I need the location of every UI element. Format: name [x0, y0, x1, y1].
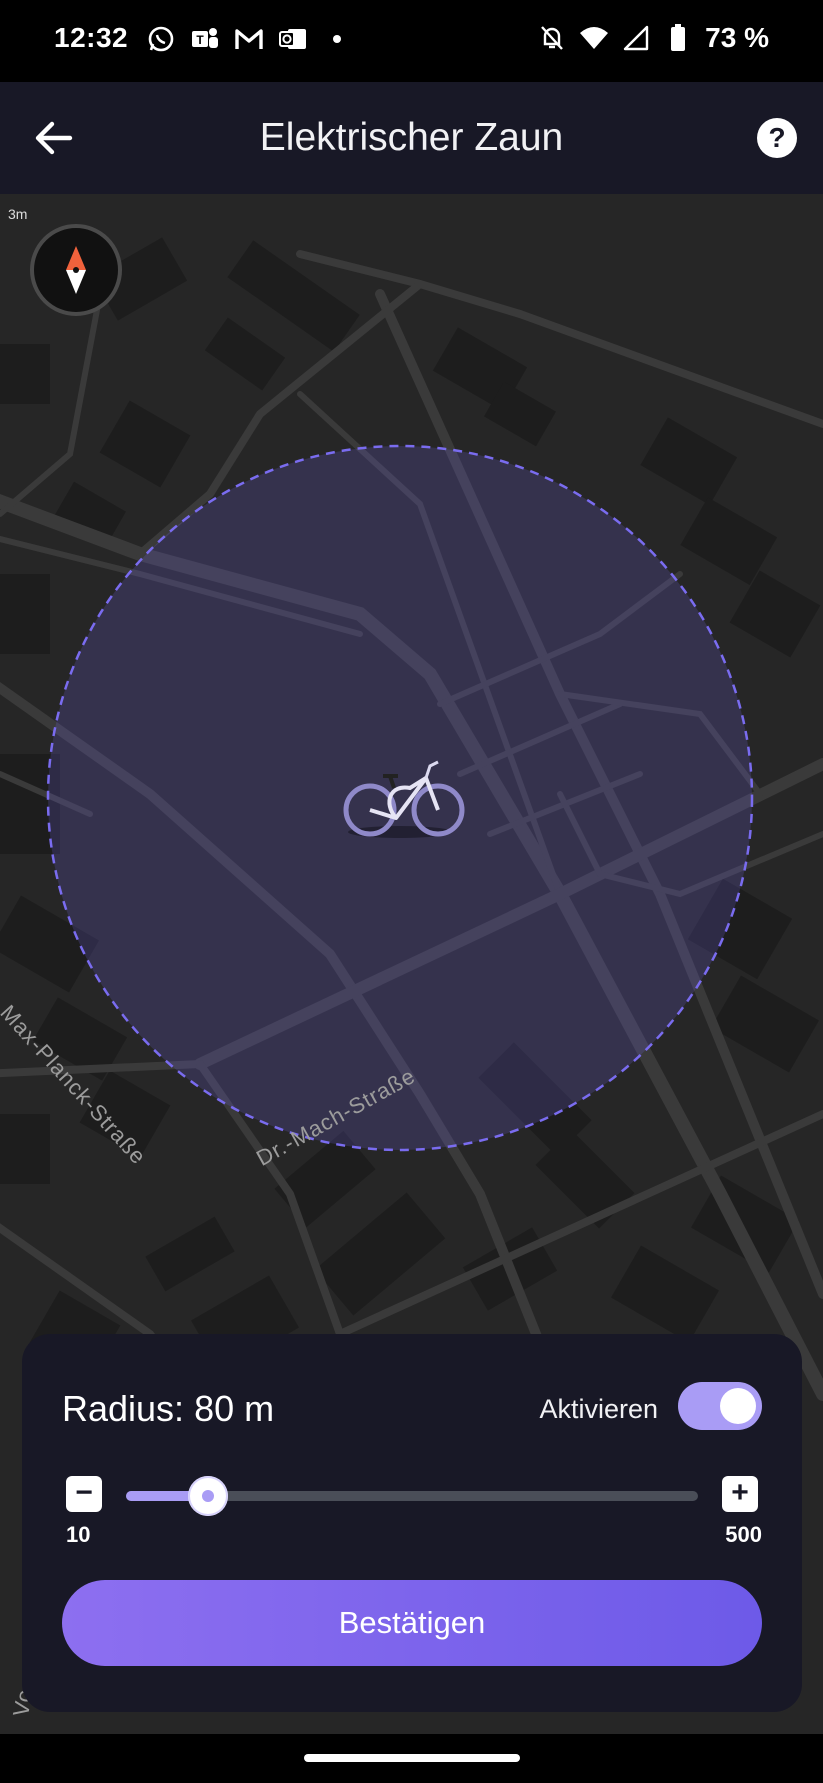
gmail-icon: [234, 24, 264, 54]
signal-icon: [621, 23, 651, 53]
notification-icons: T: [146, 24, 352, 54]
home-indicator[interactable]: [304, 1754, 520, 1762]
minus-icon: −: [75, 1476, 93, 1509]
confirm-button[interactable]: Bestätigen: [62, 1580, 762, 1666]
system-icons: 73 %: [537, 22, 769, 54]
help-button[interactable]: ?: [757, 118, 797, 158]
teams-icon: T: [190, 24, 220, 54]
radius-slider[interactable]: [126, 1476, 698, 1516]
page-title: Elektrischer Zaun: [259, 116, 564, 159]
increase-radius-button[interactable]: +: [722, 1476, 758, 1512]
bike-marker[interactable]: [338, 748, 468, 848]
help-icon: ?: [768, 122, 786, 153]
radius-label: Radius: 80 m: [62, 1388, 275, 1429]
slider-min-label: 10: [66, 1522, 91, 1547]
outlook-icon: [278, 24, 308, 54]
decrease-radius-button[interactable]: −: [66, 1476, 102, 1512]
slider-max-label: 500: [725, 1522, 762, 1547]
compass-button[interactable]: [30, 224, 122, 316]
navigation-bar: [0, 1734, 823, 1783]
battery-percent: 73 %: [705, 22, 769, 53]
status-bar: 12:32 T 73 %: [0, 0, 823, 82]
map-scale: 3m: [8, 206, 28, 222]
slider-thumb[interactable]: [187, 1476, 228, 1516]
dot-icon: [322, 24, 352, 54]
battery-icon: [663, 23, 693, 53]
toggle-knob: [720, 1388, 756, 1424]
activate-toggle[interactable]: [678, 1382, 762, 1430]
geofence-settings-panel: Radius: 80 m Aktivieren − + 10 500 Bestä…: [22, 1334, 802, 1712]
wifi-icon: [579, 23, 609, 53]
activate-label: Aktivieren: [539, 1394, 658, 1424]
status-time: 12:32: [54, 22, 129, 53]
svg-text:T: T: [196, 33, 204, 47]
whatsapp-icon: [146, 24, 176, 54]
app-header: Elektrischer Zaun ?: [0, 82, 823, 194]
silent-icon: [537, 23, 567, 53]
plus-icon: +: [731, 1476, 749, 1509]
